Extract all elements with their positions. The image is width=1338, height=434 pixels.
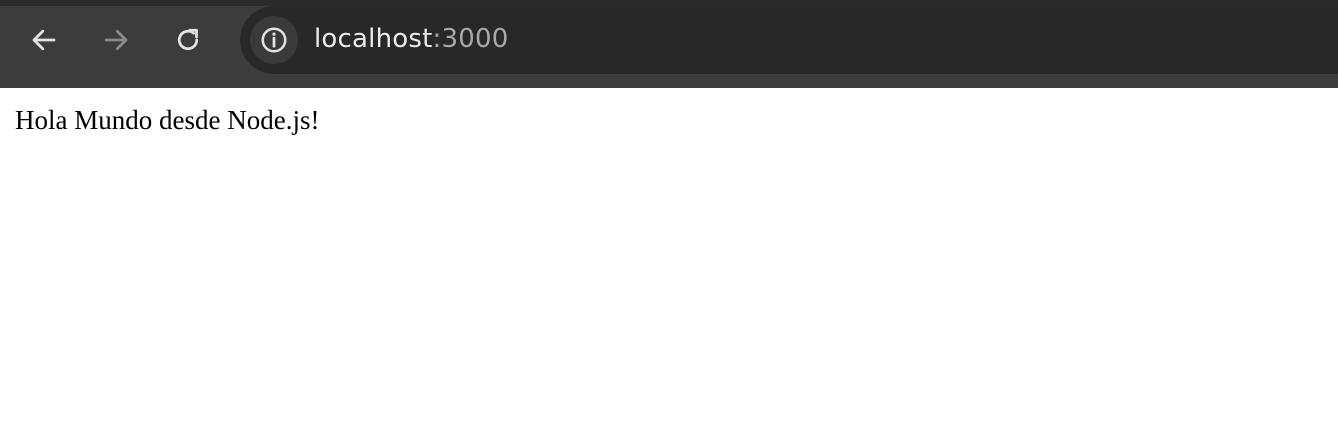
page-content: Hola Mundo desde Node.js! (0, 88, 1338, 434)
site-info-button[interactable] (250, 16, 298, 64)
url-text[interactable]: localhost:3000 (314, 22, 508, 56)
url-port: :3000 (432, 24, 509, 54)
arrow-left-icon (32, 29, 56, 51)
info-icon (261, 27, 287, 53)
address-bar[interactable]: localhost:3000 (240, 6, 1338, 74)
browser-toolbar: localhost:3000 (0, 0, 1338, 94)
reload-icon (177, 28, 199, 51)
reload-button[interactable] (168, 20, 208, 60)
url-host: localhost (314, 24, 433, 54)
forward-button[interactable] (96, 20, 136, 60)
back-button[interactable] (24, 20, 64, 60)
page-body-text: Hola Mundo desde Node.js! (15, 105, 320, 135)
arrow-right-icon (104, 29, 128, 51)
